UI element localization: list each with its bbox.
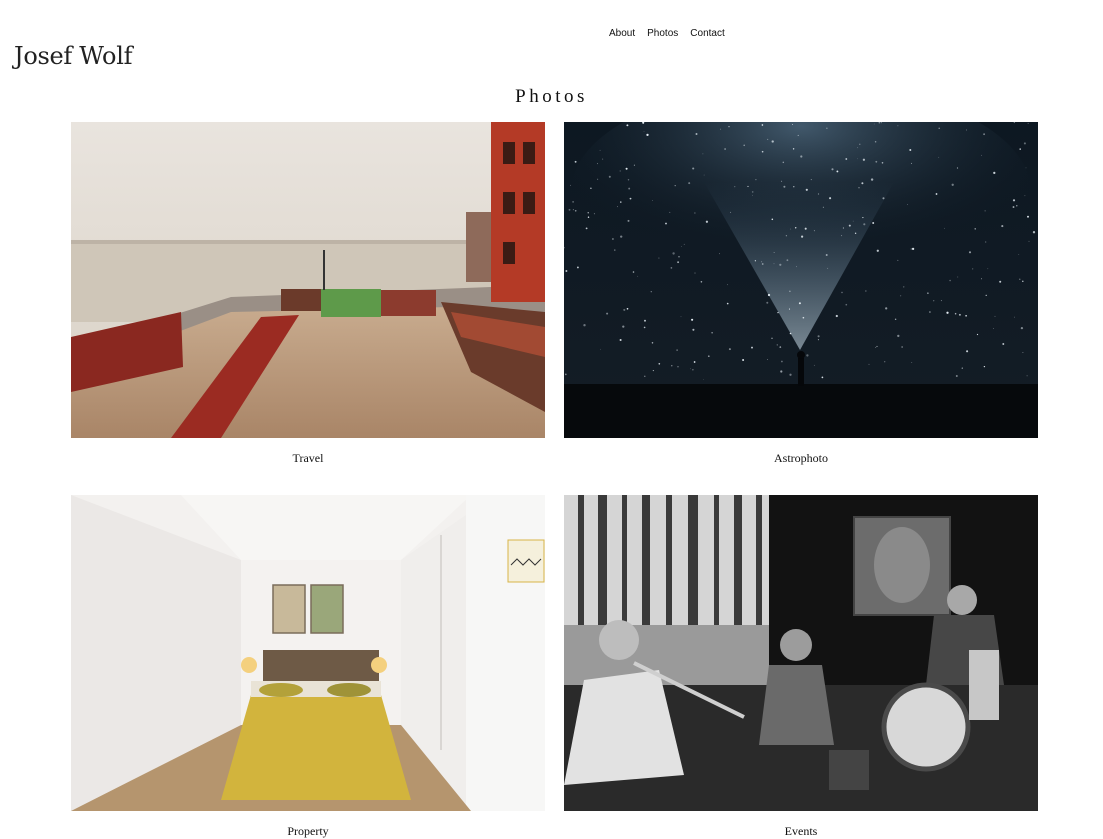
gallery-caption: Events [784,824,818,838]
nav-item-contact[interactable]: Contact [690,28,724,39]
travel-rooftop-river-photo[interactable] [71,122,545,438]
page-title: Photos [515,86,588,107]
gallery-caption: Property [287,824,329,838]
gallery-item-astrophoto[interactable]: Astrophoto [564,122,1038,466]
site-title[interactable]: Josef Wolf [14,42,132,70]
nav-item-about[interactable]: About [609,28,635,39]
gallery-caption: Travel [292,451,324,465]
nav-item-photos[interactable]: Photos [647,28,678,39]
gallery-item-travel[interactable]: Travel [71,122,545,466]
live-music-band-photo[interactable] [564,495,1038,811]
gallery-caption: Astrophoto [774,451,828,465]
main-nav: About Photos Contact [609,28,725,39]
gallery-item-property[interactable]: Property [71,495,545,839]
night-sky-milky-way-photo[interactable] [564,122,1038,438]
gallery-item-events[interactable]: Events [564,495,1038,839]
bedroom-interior-photo[interactable] [71,495,545,811]
